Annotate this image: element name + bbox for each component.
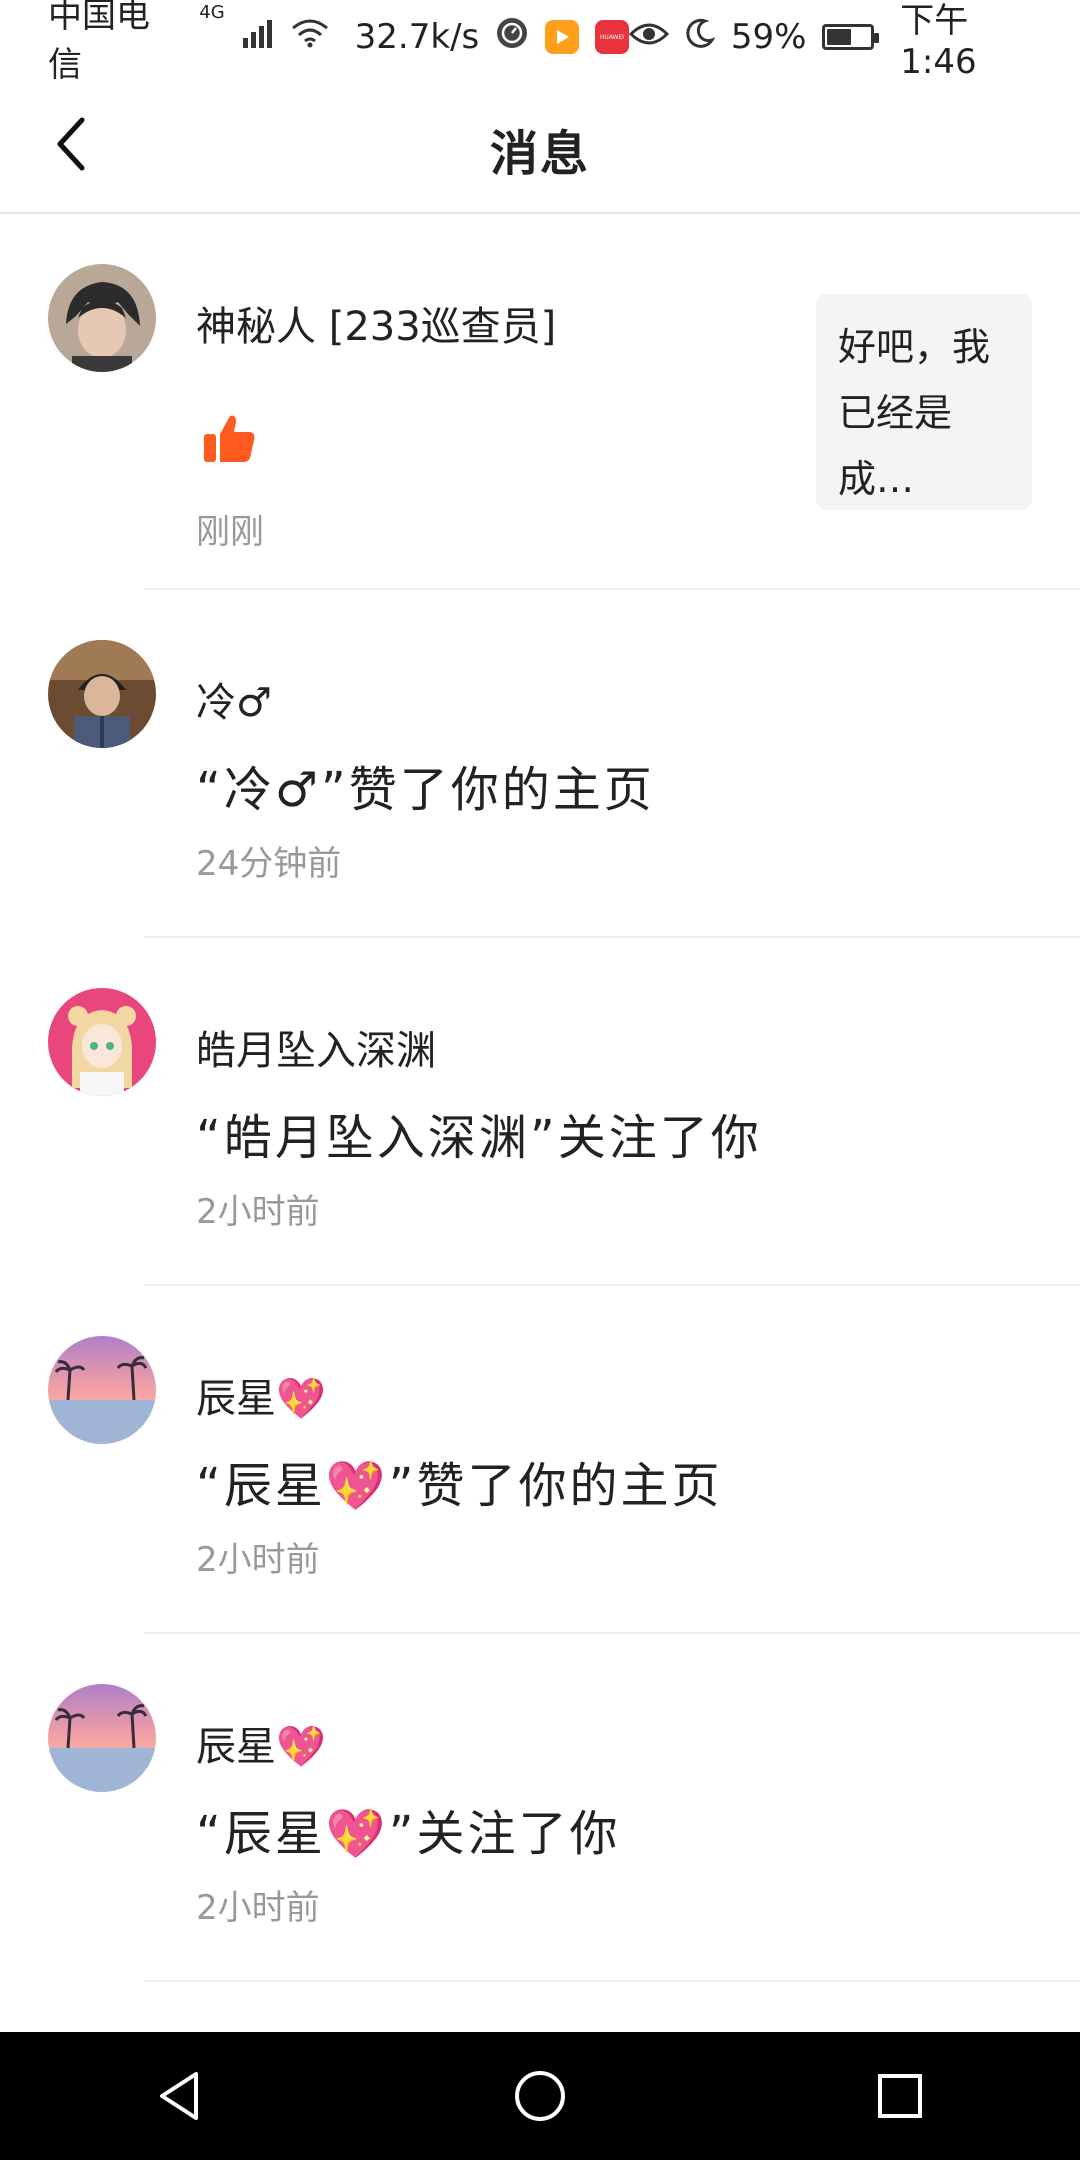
sender-name: 神秘人 [233巡查员] — [196, 304, 557, 350]
list-item[interactable]: 辰星💖 “辰星💖”关注了你 2小时前 — [0, 1634, 1080, 1982]
avatar[interactable] — [48, 988, 156, 1096]
back-triangle-icon — [160, 2072, 198, 2120]
divider — [144, 1980, 1080, 1982]
avatar[interactable] — [48, 640, 156, 748]
nav-back-button[interactable] — [140, 2056, 220, 2136]
message-content: “辰星💖”关注了你 — [196, 1806, 621, 1862]
comment-preview[interactable]: 好吧，我已经是成… — [816, 294, 1032, 510]
eye-icon — [628, 17, 669, 57]
moon-icon — [685, 17, 716, 57]
signal-icon — [241, 17, 275, 57]
timer-app-icon — [495, 16, 529, 59]
page-title: 消息 — [489, 126, 590, 182]
network-speed: 32.7k/s — [354, 17, 480, 57]
network-type: 4G — [199, 2, 225, 23]
sender-name: 辰星💖 — [196, 1724, 326, 1770]
timestamp: 2小时前 — [196, 1888, 320, 1928]
recents-square-icon — [878, 2074, 922, 2118]
status-bar: 中国电信 4G 32.7k/s HUAWEI 59% 下午1:46 — [0, 0, 1080, 85]
timestamp: 2小时前 — [196, 1540, 320, 1580]
thumbs-up-icon — [204, 415, 255, 462]
battery-percent: 59% — [730, 17, 807, 57]
timestamp: 2小时前 — [196, 1192, 320, 1232]
nav-recents-button[interactable] — [860, 2056, 940, 2136]
battery-icon — [822, 24, 880, 50]
list-item[interactable]: 冷♂ “冷♂”赞了你的主页 24分钟前 — [0, 590, 1080, 938]
avatar[interactable] — [48, 264, 156, 372]
video-app-icon — [545, 20, 580, 54]
message-content: “冷♂”赞了你的主页 — [196, 762, 655, 818]
sender-name: 冷♂ — [196, 680, 272, 726]
nav-home-button[interactable] — [500, 2056, 580, 2136]
message-content: “皓月坠入深渊”关注了你 — [196, 1110, 762, 1166]
sender-name: 皓月坠入深渊 — [196, 1028, 436, 1074]
message-list: 神秘人 [233巡查员] 刚刚 好吧，我已经是成… 冷♂ “冷♂”赞了你的主页 … — [0, 214, 1080, 1982]
wifi-icon — [291, 17, 329, 57]
list-item[interactable]: 辰星💖 “辰星💖”赞了你的主页 2小时前 — [0, 1286, 1080, 1634]
huawei-store-icon: HUAWEI — [595, 20, 629, 54]
avatar[interactable] — [48, 1336, 156, 1444]
sender-name: 辰星💖 — [196, 1376, 326, 1422]
header: 消息 — [0, 74, 1080, 214]
navigation-bar — [0, 2032, 1080, 2160]
timestamp: 刚刚 — [196, 512, 264, 552]
list-item[interactable]: 神秘人 [233巡查员] 刚刚 好吧，我已经是成… — [0, 214, 1080, 590]
message-content: “辰星💖”赞了你的主页 — [196, 1458, 723, 1514]
avatar[interactable] — [48, 1684, 156, 1792]
list-item[interactable]: 皓月坠入深渊 “皓月坠入深渊”关注了你 2小时前 — [0, 938, 1080, 1286]
timestamp: 24分钟前 — [196, 844, 342, 884]
home-circle-icon — [515, 2071, 565, 2121]
clock-time: 下午1:46 — [900, 0, 977, 82]
